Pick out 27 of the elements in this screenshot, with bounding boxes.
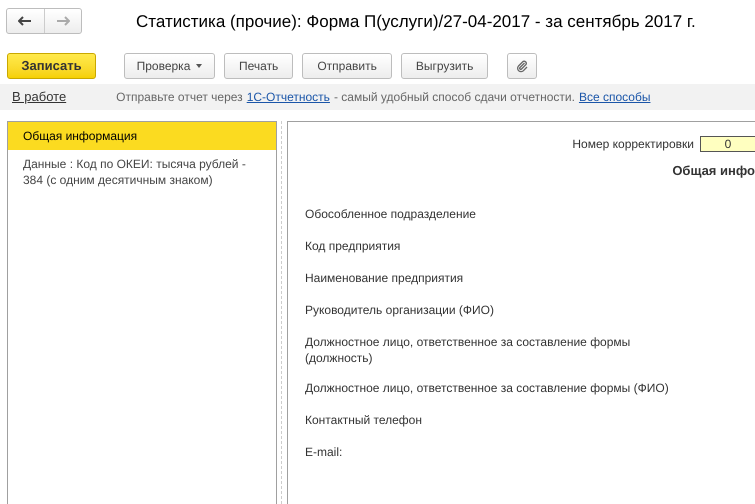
field-label: Контактный телефон <box>305 412 423 428</box>
info-text: - самый удобный способ сдачи отчетности. <box>334 89 575 106</box>
correction-field[interactable]: 0 <box>700 136 755 152</box>
check-dropdown-button[interactable]: Проверка <box>124 53 215 79</box>
save-button[interactable]: Записать <box>7 53 96 79</box>
toolbar-button[interactable]: Печать <box>224 53 294 79</box>
sidebar-item[interactable]: Данные : Код по ОКЕИ: тысяча рублей - 384 (с одним десятичным знаком) <box>8 150 276 194</box>
field-label: Должностное лицо, ответственное за составление формы (должность) <box>305 334 632 366</box>
status-link[interactable]: В работе <box>12 87 66 107</box>
toolbar-button[interactable]: Отправить <box>302 53 392 79</box>
field-label: Руководитель организации (ФИО) <box>305 302 495 318</box>
section-heading: Общая инфо <box>672 162 755 180</box>
sidebar-item[interactable]: Общая информация <box>8 122 276 150</box>
window-title: Статистика (прочие): Форма П(услуги)/27-04-2017 - за сентябрь 2017 г. <box>136 11 696 33</box>
field-label: E-mail: <box>305 444 344 460</box>
paperclip-icon <box>516 59 528 73</box>
caret-icon <box>196 64 202 68</box>
attach-button[interactable] <box>507 53 538 79</box>
field-label: Наименование предприятия <box>305 270 464 286</box>
all-methods-link[interactable]: Все способы <box>578 88 650 106</box>
field-label: Должностное лицо, ответственное за составление формы (ФИО) <box>305 380 670 396</box>
field-label: Код предприятия <box>305 238 402 254</box>
correction-label: Номер корректировки <box>572 136 694 153</box>
info-text: Отправьте отчет через <box>116 89 243 106</box>
toolbar-button[interactable]: Выгрузить <box>400 53 488 79</box>
reporting-link[interactable]: 1С-Отчетность <box>246 88 330 106</box>
field-label: Обособленное подразделение <box>305 206 477 222</box>
